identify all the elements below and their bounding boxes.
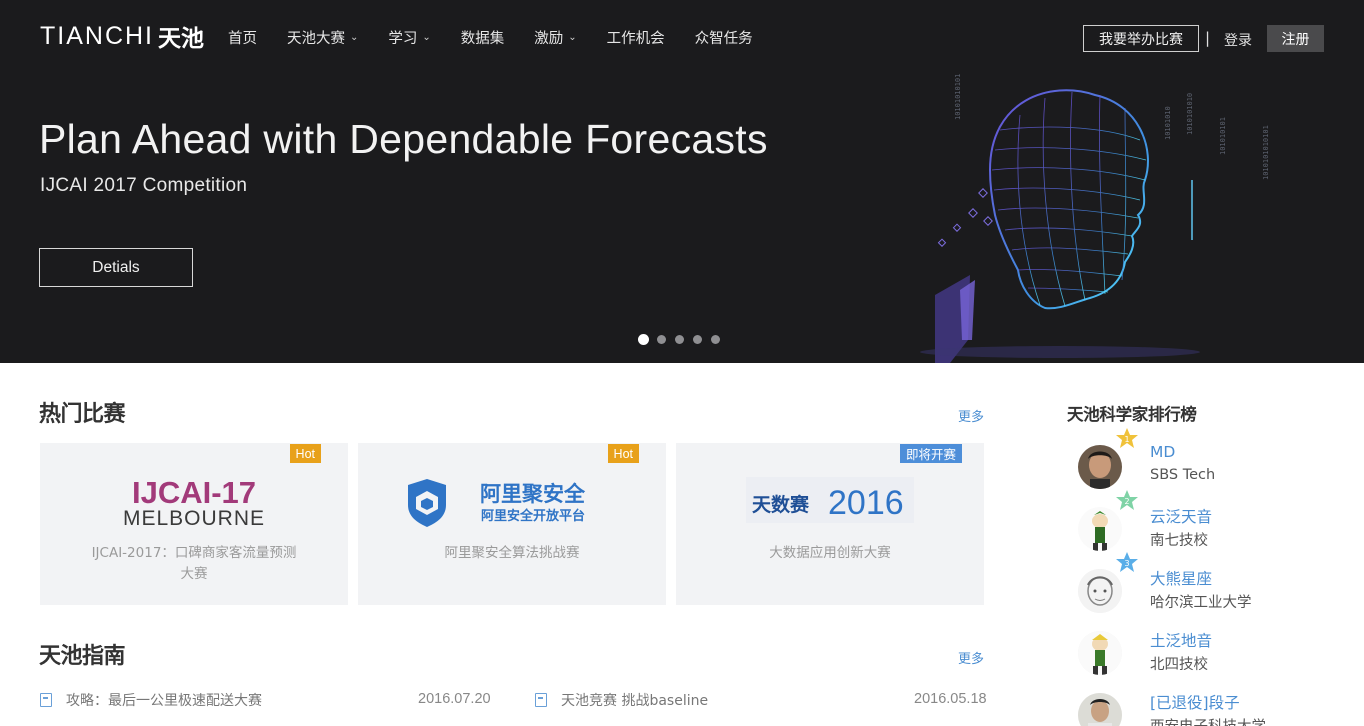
guide-item-title: 攻略：最后一公里极速配送大赛 — [66, 693, 262, 709]
guide-item[interactable]: 天池竞赛 挑战baseline — [535, 690, 708, 710]
guide-more-link[interactable]: 更多 — [958, 648, 984, 667]
avatar — [1078, 569, 1122, 613]
nav-label: 首页 — [228, 30, 257, 47]
nav-item-home[interactable]: 首页 — [228, 27, 257, 48]
guide-title: 天池指南 — [39, 644, 126, 669]
document-icon — [535, 693, 547, 707]
hot-competitions-title: 热门比赛 — [39, 402, 126, 427]
competition-name: 大数据应用创新大赛 — [769, 545, 891, 561]
ali-security-logo: 阿里聚安全 阿里安全开放平台 — [408, 479, 586, 527]
ranking-item[interactable]: 土泛地音 北四技校 — [1078, 629, 1348, 685]
competition-card-bigdata[interactable]: 即将开赛 天数赛 2016 大数据应用创新大赛 — [676, 443, 984, 605]
logo-text: TIANCHI — [40, 21, 154, 50]
host-competition-button[interactable]: 我要举办比赛 — [1083, 25, 1199, 52]
carousel-dot-4[interactable] — [693, 335, 702, 344]
bigdata-2016-logo: 天数赛 2016 — [746, 477, 914, 523]
guide-item-title: 天池竞赛 挑战baseline — [561, 693, 709, 709]
ranking-item[interactable]: 3 大熊星座 哈尔滨工业大学 — [1078, 552, 1348, 623]
ranking-title: 天池科学家排行榜 — [1067, 405, 1197, 424]
nav-item-competitions[interactable]: 天池大赛 ⌄ — [287, 27, 358, 48]
nav-separator: | — [1205, 29, 1211, 47]
nav-label: 激励 — [534, 30, 564, 47]
competition-card-security[interactable]: Hot 阿里聚安全 阿里安全开放平台 阿里聚安全算法挑战赛 — [358, 443, 666, 605]
avatar — [1078, 445, 1122, 489]
svg-text:1010101010: 1010101010 — [1186, 93, 1194, 135]
ranking-user-name[interactable]: MD — [1150, 443, 1175, 461]
svg-text:10101010: 10101010 — [1164, 106, 1172, 140]
nav-label: 天池大赛 — [287, 30, 345, 47]
rank-number: 3 — [1124, 559, 1129, 568]
svg-text:101010101: 101010101 — [1219, 117, 1227, 155]
competition-name: 阿里聚安全算法挑战赛 — [444, 545, 580, 561]
ranking-user-org: 南七技校 — [1150, 533, 1208, 549]
nav-label: 众智任务 — [694, 30, 753, 47]
carousel-dot-3[interactable] — [675, 335, 684, 344]
logo-cn: 天池 — [158, 26, 204, 52]
carousel-dot-2[interactable] — [657, 335, 666, 344]
ranking-item[interactable]: [已退役]段子 西安电子科技大学 — [1078, 691, 1348, 726]
ijcai-logo-sub: MELBOURNE — [123, 507, 265, 530]
nav-item-learn[interactable]: 学习 ⌄ — [388, 27, 430, 48]
ranking-user-name[interactable]: 云泛天音 — [1150, 505, 1212, 527]
bigdata-logo-year: 2016 — [828, 484, 904, 522]
ranking-user-name[interactable]: 土泛地音 — [1150, 629, 1212, 651]
avatar — [1078, 631, 1122, 675]
nav-item-incentives[interactable]: 激励 ⌄ — [534, 27, 576, 48]
ijcai-logo: IJCAI-17 MELBOURNE — [123, 475, 265, 530]
register-button[interactable]: 注册 — [1267, 25, 1324, 52]
carousel-dot-1[interactable] — [638, 334, 649, 345]
nav-item-datasets[interactable]: 数据集 — [461, 27, 505, 48]
nav-label: 工作机会 — [606, 30, 665, 47]
login-link[interactable]: 登录 — [1224, 30, 1252, 50]
competition-name: IJCAI-2017：口碑商家客流量预测大赛 — [91, 545, 297, 582]
ranking-user-org: 哈尔滨工业大学 — [1150, 595, 1252, 611]
upcoming-badge: 即将开赛 — [899, 444, 962, 463]
guide-item-date: 2016.07.20 — [418, 691, 491, 707]
nav-item-jobs[interactable]: 工作机会 — [607, 27, 665, 48]
ranking-user-name[interactable]: [已退役]段子 — [1150, 691, 1240, 713]
details-button[interactable]: Detials — [39, 248, 193, 287]
svg-text:1010101010101: 1010101010101 — [1262, 125, 1270, 180]
document-icon — [40, 693, 52, 707]
competition-card-ijcai[interactable]: Hot IJCAI-17 MELBOURNE IJCAI-2017：口碑商家客流… — [40, 443, 348, 605]
ali-security-logo-main: 阿里聚安全 — [480, 482, 586, 506]
carousel-dot-5[interactable] — [711, 335, 720, 344]
wireframe-head-illustration: 10101010101 1010101010 10101010 10101010… — [920, 74, 1270, 363]
hero-banner: 10101010101 1010101010 10101010 10101010… — [0, 0, 1364, 363]
ali-security-logo-sub: 阿里安全开放平台 — [481, 508, 585, 524]
hot-badge: Hot — [289, 444, 321, 463]
bronze-medal-icon: 3 — [1116, 552, 1138, 572]
ranking-user-org: 北四技校 — [1150, 657, 1208, 673]
guide-item[interactable]: 攻略：最后一公里极速配送大赛 — [40, 690, 262, 710]
hot-competitions-more-link[interactable]: 更多 — [958, 406, 984, 425]
hero-title: Plan Ahead with Dependable Forecasts — [39, 116, 768, 162]
rank-number: 2 — [1124, 497, 1129, 506]
nav-label: 数据集 — [460, 30, 505, 47]
hero-subtitle: IJCAI 2017 Competition — [40, 175, 248, 196]
ijcai-logo-main: IJCAI-17 — [132, 475, 256, 510]
bigdata-logo-main: 天数赛 — [752, 493, 810, 516]
chevron-down-icon: ⌄ — [568, 31, 577, 43]
nav-label: 学习 — [388, 30, 418, 47]
silver-medal-icon: 2 — [1116, 490, 1138, 510]
guide-item-date: 2016.05.18 — [914, 691, 987, 707]
rank-number: 1 — [1124, 435, 1129, 444]
ranking-user-org: 西安电子科技大学 — [1150, 715, 1266, 726]
chevron-down-icon: ⌄ — [350, 31, 359, 43]
gold-medal-icon: 1 — [1116, 428, 1138, 448]
main-nav: 首页 天池大赛 ⌄ 学习 ⌄ 数据集 激励 ⌄ 工作机会 众智任务 — [228, 26, 783, 48]
ranking-user-org: SBS Tech — [1150, 467, 1216, 483]
svg-text:10101010101: 10101010101 — [954, 74, 962, 120]
hot-badge: Hot — [607, 444, 639, 463]
avatar — [1078, 507, 1122, 551]
avatar — [1078, 693, 1122, 726]
carousel-dots — [638, 334, 729, 345]
chevron-down-icon: ⌄ — [422, 31, 431, 43]
ranking-user-name[interactable]: 大熊星座 — [1150, 567, 1212, 589]
nav-item-crowd-tasks[interactable]: 众智任务 — [695, 27, 753, 48]
tianchi-logo[interactable]: TIANCHI 天池 — [40, 21, 204, 53]
